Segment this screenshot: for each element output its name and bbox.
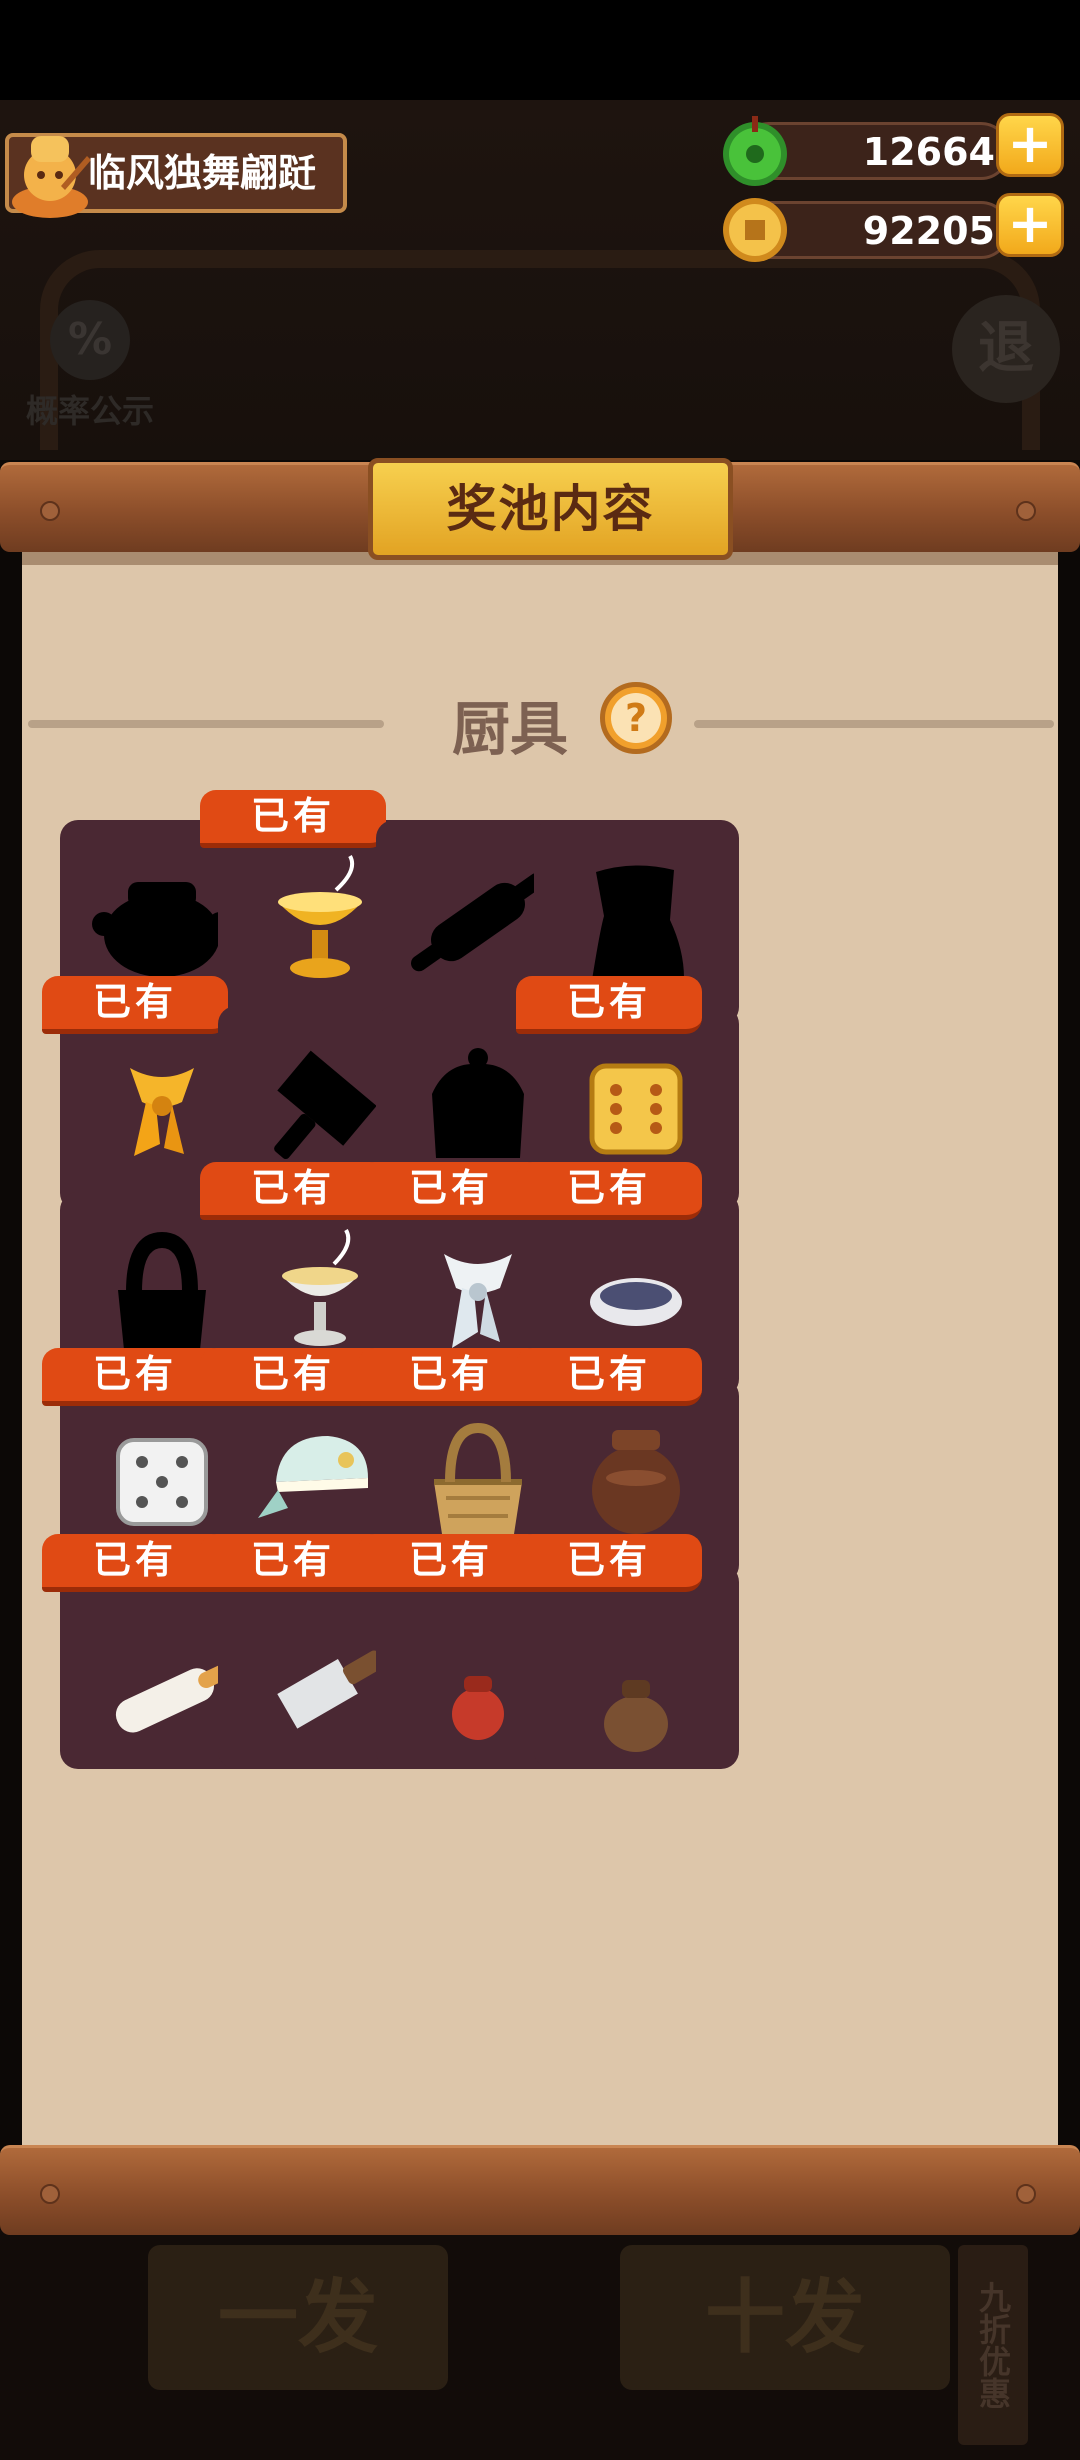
top-status-area [0, 0, 1080, 100]
grid-fade [22, 2060, 1058, 2090]
probability-label: 概率公示 [25, 392, 154, 430]
item-tile[interactable] [534, 1564, 739, 1769]
single-draw-button[interactable]: 一发 [148, 2245, 448, 2390]
discount-tag: 九折优惠 [958, 2245, 1028, 2445]
add-jade-button[interactable]: + [996, 113, 1064, 177]
chef-avatar-icon [12, 136, 91, 218]
jade-value: 12664 [862, 130, 995, 174]
section-divider-right [694, 720, 1054, 728]
owned-badge: 已有 [516, 1348, 702, 1406]
section-title: 厨具 [451, 695, 568, 763]
owned-badge: 已有 [516, 1162, 702, 1220]
brown-jar-icon [604, 1680, 668, 1752]
item-grid: 御供陶胎坛已有金油灯盏金擀面杖金丝筒靴已有金色厨巾金片刀金顶御厨帽已有金幸运骰子… [22, 790, 1058, 2080]
player-name: 临风独舞翩跹 [88, 151, 317, 195]
copper-coin-icon [723, 198, 787, 262]
ten-draw-button[interactable]: 十发 [620, 2245, 950, 2390]
rod-nail [40, 501, 60, 521]
exit-button[interactable]: 退 [952, 295, 1060, 403]
percent-gear-icon: % [50, 300, 130, 380]
question-icon: ? [611, 693, 661, 743]
help-button[interactable]: ? [600, 682, 672, 754]
copper-value: 92205 [862, 209, 995, 253]
owned-badge: 已有 [42, 976, 228, 1034]
owned-badge: 已有 [516, 1534, 702, 1592]
owned-badge: 已有 [516, 976, 702, 1034]
rod-nail [40, 2184, 60, 2204]
jade-coin-icon [723, 116, 787, 186]
background-arch [40, 250, 1040, 450]
prize-pool-title: 奖池内容 [368, 458, 733, 560]
rod-nail [1016, 501, 1036, 521]
item-cell[interactable]: 已有 [516, 1534, 739, 1814]
section-divider-left [28, 720, 384, 728]
probability-button[interactable]: % 概率公示 [15, 300, 165, 432]
bottom-scroll-rod [0, 2145, 1080, 2235]
rod-nail [1016, 2184, 1036, 2204]
add-copper-button[interactable]: + [996, 193, 1064, 257]
owned-badge: 已有 [200, 790, 386, 848]
